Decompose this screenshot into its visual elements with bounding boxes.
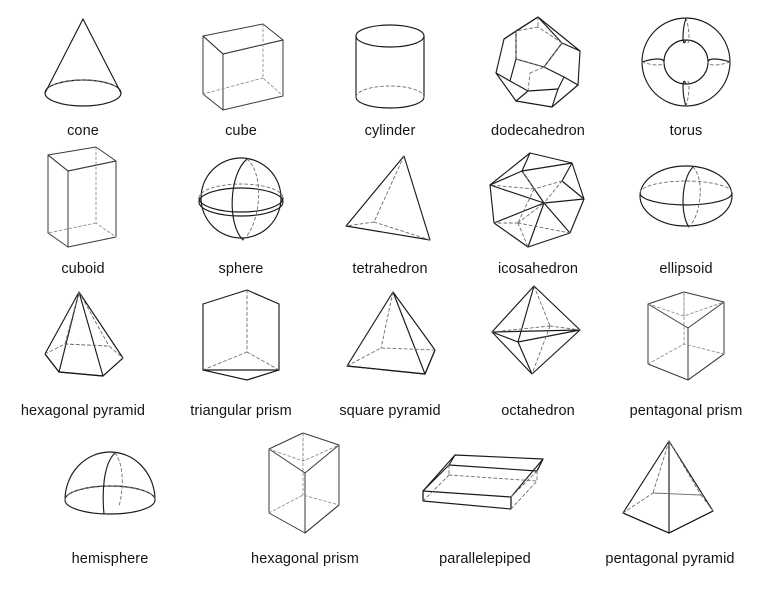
shape-cell-icosahedron[interactable]: icosahedron	[464, 147, 612, 278]
shape-row-3: hexagonal pyramid triangular prism squar…	[0, 285, 760, 420]
shape-label: sphere	[218, 261, 264, 277]
shape-label: cuboid	[61, 261, 105, 277]
shape-cell-sphere[interactable]: sphere	[166, 148, 316, 278]
shape-label: octahedron	[501, 403, 575, 419]
shape-cell-cylinder[interactable]: cylinder	[316, 21, 464, 140]
shape-label: cone	[67, 123, 99, 139]
shape-cell-pentagonal-pyramid[interactable]: pentagonal pyramid	[580, 437, 760, 568]
shape-label: ellipsoid	[659, 261, 713, 277]
square-pyramid-figure	[346, 291, 436, 375]
shape-row-2: cuboid sphere tetrahedron icosahedron el…	[0, 146, 760, 278]
shape-cell-hexagonal-prism[interactable]: hexagonal prism	[220, 429, 390, 568]
shape-label: pentagonal pyramid	[605, 551, 735, 567]
shape-cell-hemisphere[interactable]: hemisphere	[0, 444, 220, 568]
shape-label: hexagonal pyramid	[20, 403, 146, 419]
triangular-prism-figure	[202, 289, 280, 381]
torus-figure	[641, 17, 731, 107]
shape-cell-square-pyramid[interactable]: square pyramid	[316, 288, 464, 420]
pentagonal-pyramid-figure	[622, 440, 714, 534]
shape-row-4: hemisphere hexagonal prism parallelepipe…	[0, 432, 760, 568]
cuboid-figure	[47, 146, 117, 248]
ellipsoid-figure	[639, 165, 733, 228]
shape-label: icosahedron	[497, 261, 579, 277]
shape-cell-tetrahedron[interactable]: tetrahedron	[316, 150, 464, 278]
shape-row-1: cone cube cylinder dodecahedron torus	[0, 16, 760, 140]
shape-cell-torus[interactable]: torus	[612, 12, 760, 140]
shape-label: triangular prism	[190, 403, 292, 419]
shape-cell-pentagonal-prism[interactable]: pentagonal prism	[612, 288, 760, 420]
shape-cell-cuboid[interactable]: cuboid	[0, 141, 166, 278]
pentagonal-prism-figure	[647, 291, 725, 381]
shape-label: square pyramid	[339, 403, 441, 419]
shape-label: hemisphere	[71, 551, 149, 567]
shape-label: pentagonal prism	[629, 403, 743, 419]
tetrahedron-figure	[345, 155, 431, 241]
hexagonal-prism-figure	[268, 432, 340, 534]
shape-label: cube	[225, 123, 257, 139]
cylinder-figure	[355, 24, 425, 109]
shape-cell-cone[interactable]: cone	[0, 13, 166, 140]
cone-figure	[44, 18, 122, 107]
shape-cell-dodecahedron[interactable]: dodecahedron	[464, 11, 612, 140]
dodecahedron-figure	[495, 16, 581, 108]
cube-figure	[202, 23, 284, 111]
shape-label: dodecahedron	[491, 123, 585, 139]
shape-cell-octahedron[interactable]: octahedron	[464, 280, 612, 420]
shape-cell-triangular-prism[interactable]: triangular prism	[166, 286, 316, 420]
shape-label: tetrahedron	[352, 261, 428, 277]
hexagonal-pyramid-figure	[44, 291, 124, 377]
shape-cell-cube[interactable]: cube	[166, 12, 316, 140]
parallelepiped-figure	[422, 454, 544, 510]
icosahedron-figure	[489, 152, 585, 248]
shape-label: hexagonal prism	[251, 551, 359, 567]
sphere-figure	[198, 157, 284, 241]
shape-label: torus	[669, 123, 703, 139]
shape-label: parallelepiped	[439, 551, 531, 567]
hemisphere-figure	[64, 451, 156, 515]
shape-cell-hexagonal-pyramid[interactable]: hexagonal pyramid	[0, 288, 166, 420]
shape-label: cylinder	[364, 123, 416, 139]
shapes-chart: cone cube cylinder dodecahedron torus cu…	[0, 0, 760, 608]
shape-cell-parallelepiped[interactable]: parallelepiped	[390, 445, 580, 568]
shape-cell-ellipsoid[interactable]: ellipsoid	[612, 155, 760, 278]
octahedron-figure	[491, 285, 581, 375]
